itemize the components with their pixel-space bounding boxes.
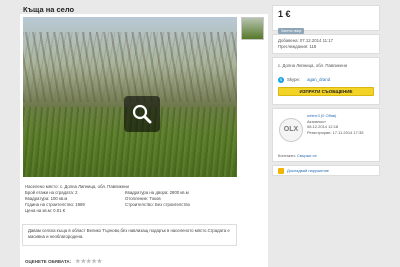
seller-type-badge: Частно лице (278, 28, 305, 34)
sidebar: 1 € Частно лице Добавена: 07.12.2014 11:… (272, 5, 380, 179)
listing-page: Къща на село Населено място: с. Долна Ли… (0, 0, 400, 267)
seller-info: neterr3 (0 Обяв) Активност 08.12.2014 12… (307, 113, 377, 135)
detail-price-per-sqm: Цена на кв.м: 0.01 € (25, 208, 66, 213)
property-details: Населено място: с. Долна Липница, обл. П… (25, 184, 235, 214)
listing-title: Къща на село (23, 5, 75, 14)
detail-construction: Строителство: Без строителство (125, 202, 191, 207)
location-text: с. Долна Липница, обл. Павликени (278, 63, 348, 68)
seller-registered: Регистриран: 17.11.2014 17:35 (307, 129, 364, 135)
photo-trees (23, 32, 237, 102)
contacts-link[interactable]: Свържи се (297, 153, 317, 158)
seller-box: OLX neterr3 (0 Обяв) Активност 08.12.201… (272, 108, 380, 162)
listing-description: Давам селска къща в област Велико Търнов… (22, 224, 237, 246)
rating-label: ОЦЕНЕТЕ ОБЯВАТА: (25, 259, 72, 264)
zoom-button[interactable] (124, 96, 160, 132)
magnifier-icon (132, 104, 152, 124)
skype-icon: S (278, 77, 284, 83)
contacts-label: Контакти: (278, 153, 296, 158)
contacts-row: Контакти: Свържи се (278, 153, 317, 159)
rating-stars[interactable]: ★★★★★ (75, 258, 102, 265)
avatar: OLX (279, 118, 303, 142)
detail-row: Цена на кв.м: 0.01 € (25, 208, 235, 214)
send-message-button[interactable]: ИЗПРАТИ СЪОБЩЕНИЕ (278, 87, 374, 96)
photo-thumbnail[interactable] (241, 17, 264, 40)
rating-row: ОЦЕНЕТЕ ОБЯВАТА: ★★★★★ (25, 258, 102, 265)
location-box: с. Долна Липница, обл. Павликени S Skype… (272, 57, 380, 105)
view-count: Преглеждания: 118 (278, 44, 317, 49)
report-box[interactable]: Докладвай нарушение (272, 165, 380, 176)
listing-dates: Добавена: 07.12.2014 11:17 Преглеждания:… (272, 34, 380, 54)
report-link[interactable]: Докладвай нарушение (287, 168, 329, 173)
price-box: 1 € Частно лице (272, 5, 380, 34)
skype-row: S Skype: agan_drand (278, 77, 374, 83)
skype-label: Skype: (287, 77, 301, 82)
price: 1 € (278, 9, 291, 19)
star-icon[interactable]: ★ (97, 259, 102, 265)
warning-icon (278, 167, 284, 174)
listing-photo[interactable] (23, 17, 237, 177)
skype-name[interactable]: agan_drand (307, 77, 330, 83)
